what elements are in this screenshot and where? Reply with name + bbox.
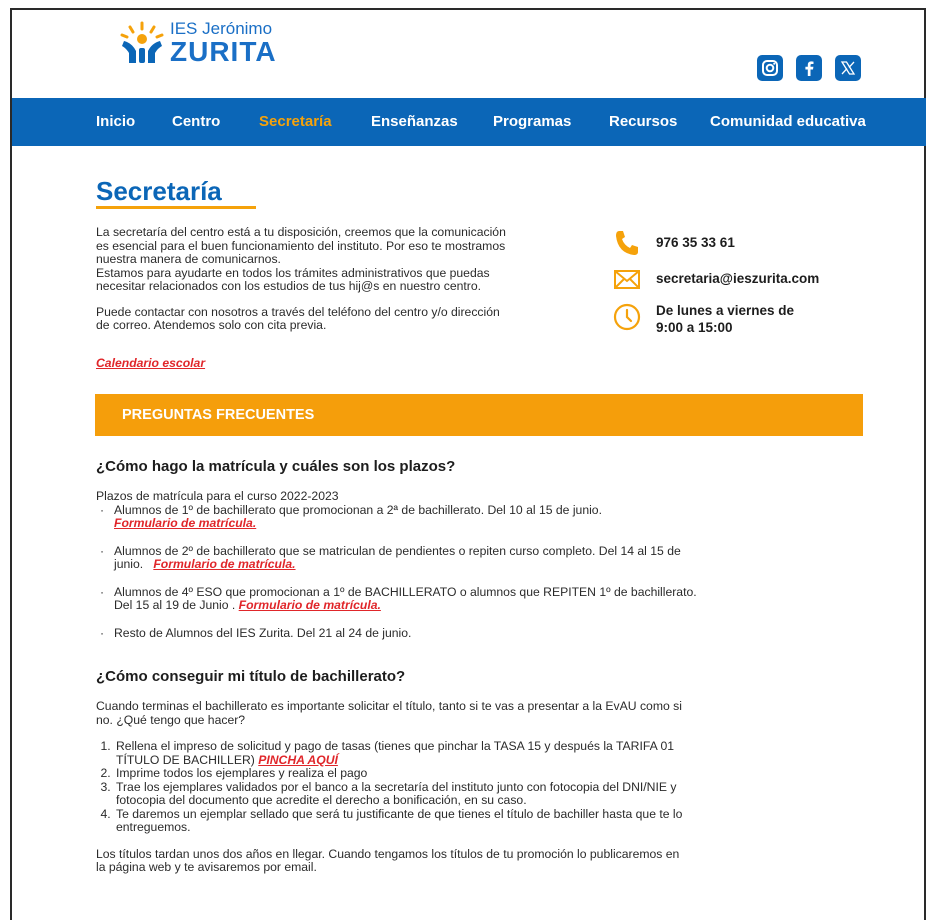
- nav-item-recursos[interactable]: Recursos: [609, 98, 677, 146]
- hours-line: 9:00 a 15:00: [656, 320, 733, 335]
- diploma-intro: no. ¿Qué tengo que hacer?: [96, 712, 246, 727]
- logo-name-bottom: ZURITA: [170, 36, 277, 67]
- enrollment-form-link[interactable]: Formulario de matrícula.: [239, 598, 381, 612]
- intro-line: de correo. Atendemos solo con cita previ…: [96, 318, 327, 332]
- hours-line: De lunes a viernes de: [656, 303, 795, 318]
- intro-line: Puede contactar con nosotros a través de…: [96, 304, 500, 319]
- step-text: Trae los ejemplares validados por el ban…: [116, 779, 677, 794]
- bullet-dot: ·: [100, 584, 105, 599]
- pay-fee-link[interactable]: PINCHA AQUÍ: [258, 753, 338, 767]
- enrollment-form-link[interactable]: Formulario de matrícula.: [114, 516, 256, 530]
- enrollment-form-link[interactable]: Formulario de matrícula.: [153, 557, 295, 571]
- nav-item-secretaria[interactable]: Secretaría: [259, 98, 332, 146]
- list-item-text: Alumnos de 2º de bachillerato que se mat…: [114, 543, 681, 558]
- intro-line: necesitar relacionados con los estudios …: [96, 279, 481, 293]
- nav-item-ensenanzas[interactable]: Enseñanzas: [371, 98, 458, 146]
- nav-item-inicio[interactable]: Inicio: [96, 98, 135, 146]
- logo-mark-icon: [118, 21, 166, 65]
- step-item: Trae los ejemplares validados por el ban…: [114, 779, 736, 808]
- office-hours: De lunes a viernes de 9:00 a 15:00: [656, 302, 794, 336]
- step-item: Imprime todos los ejemplares y realiza e…: [114, 766, 736, 781]
- bullet-dot: ·: [100, 502, 105, 517]
- enrollment-answer: Plazos de matrícula para el curso 2022-2…: [96, 489, 736, 641]
- phone-number[interactable]: 976 35 33 61: [656, 228, 735, 251]
- list-item-text: Alumnos de 1º de bachillerato que promoc…: [114, 502, 602, 517]
- main-nav: Inicio Centro Secretaría Enseñanzas Prog…: [12, 98, 926, 146]
- step-text: Rellena el impreso de solicitud y pago d…: [116, 739, 675, 753]
- contact-email: secretaria@ieszurita.com: [612, 264, 819, 294]
- step-text: TÍTULO DE BACHILLER): [116, 752, 255, 767]
- diploma-answer: Cuando terminas el bachillerato es impor…: [96, 699, 736, 875]
- email-address[interactable]: secretaria@ieszurita.com: [656, 264, 819, 287]
- social-links: [757, 55, 861, 81]
- list-item-text: Del 15 al 19 de Junio .: [114, 598, 236, 612]
- intro-text: La secretaría del centro está a tu dispo…: [96, 225, 556, 333]
- diploma-outro: la página web y te avisaremos por email.: [96, 860, 317, 874]
- faq-question-diploma: ¿Cómo conseguir mi título de bachillerat…: [96, 668, 406, 685]
- instagram-icon[interactable]: [757, 55, 783, 81]
- faq-banner: PREGUNTAS FRECUENTES: [95, 394, 863, 436]
- list-item-text: Resto de Alumnos del IES Zurita. Del 21 …: [114, 625, 412, 640]
- step-item: Te daremos un ejemplar sellado que será …: [114, 806, 736, 835]
- list-item-text: junio.: [114, 557, 144, 571]
- step-text: fotocopia del documento que acredite el …: [116, 793, 527, 807]
- faq-banner-title: PREGUNTAS FRECUENTES: [122, 407, 315, 423]
- list-item: · Alumnos de 4º ESO que promocionan a 1º…: [96, 584, 736, 613]
- intro-line: La secretaría del centro está a tu dispo…: [96, 225, 506, 239]
- list-item: · Alumnos de 1º de bachillerato que prom…: [96, 502, 736, 531]
- enrollment-intro: Plazos de matrícula para el curso 2022-2…: [96, 489, 339, 503]
- page-title: Secretaría: [96, 176, 222, 206]
- contact-phone: 976 35 33 61: [612, 228, 735, 258]
- facebook-icon[interactable]: [796, 55, 822, 81]
- diploma-steps: Rellena el impreso de solicitud y pago d…: [96, 739, 736, 835]
- bullet-dot: ·: [100, 625, 105, 640]
- contact-hours: De lunes a viernes de 9:00 a 15:00: [612, 302, 794, 336]
- step-item: Rellena el impreso de solicitud y pago d…: [114, 739, 736, 767]
- bullet-dot: ·: [100, 543, 105, 558]
- site-logo[interactable]: IES Jerónimo ZURITA: [118, 20, 277, 66]
- list-item: · Resto de Alumnos del IES Zurita. Del 2…: [96, 625, 736, 641]
- nav-item-programas[interactable]: Programas: [493, 98, 571, 146]
- diploma-outro: Los títulos tardan unos dos años en lleg…: [96, 846, 680, 861]
- nav-item-centro[interactable]: Centro: [172, 98, 220, 146]
- step-text: entreguemos.: [116, 820, 191, 834]
- intro-line: Estamos para ayudarte en todos los trámi…: [96, 265, 490, 280]
- x-icon[interactable]: [835, 55, 861, 81]
- intro-line: es esencial para el buen funcionamiento …: [96, 238, 506, 253]
- title-underline: [96, 206, 256, 209]
- phone-icon: [612, 228, 642, 258]
- faq-question-enrollment: ¿Cómo hago la matrícula y cuáles son los…: [96, 458, 456, 475]
- mail-icon: [612, 264, 642, 294]
- diploma-intro: Cuando terminas el bachillerato es impor…: [96, 699, 682, 713]
- list-item: · Alumnos de 2º de bachillerato que se m…: [96, 543, 736, 572]
- clock-icon: [612, 302, 642, 332]
- intro-line: nuestra manera de comunicarnos.: [96, 252, 281, 266]
- nav-item-comunidad-educativa[interactable]: Comunidad educativa: [710, 98, 866, 146]
- step-text: Te daremos un ejemplar sellado que será …: [116, 806, 683, 821]
- list-item-text: Alumnos de 4º ESO que promocionan a 1º d…: [114, 584, 697, 599]
- logo-name-top: IES Jerónimo: [170, 19, 273, 38]
- calendar-link[interactable]: Calendario escolar: [96, 356, 205, 370]
